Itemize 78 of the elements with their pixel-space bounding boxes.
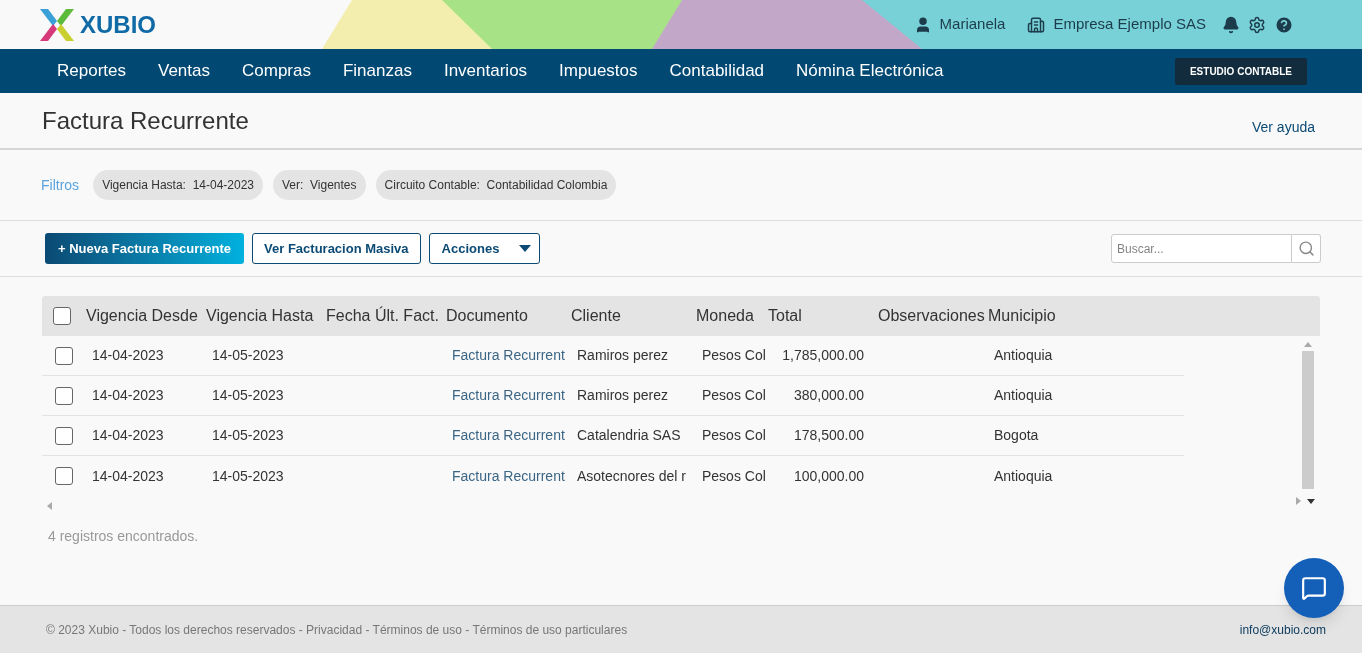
checkbox[interactable] xyxy=(55,467,73,485)
column-header[interactable]: Vigencia Hasta xyxy=(206,307,314,324)
studio-badge[interactable]: ESTUDIO CONTABLE xyxy=(1174,57,1307,85)
logo-icon xyxy=(40,8,74,41)
nav-item[interactable]: Reportes xyxy=(57,58,126,84)
checkbox[interactable] xyxy=(55,346,73,365)
table-cell: Antioquia xyxy=(994,467,1053,484)
scroll-down-icon[interactable] xyxy=(1307,498,1315,504)
column-header[interactable]: Vigencia Desde xyxy=(86,307,198,324)
table-cell: Bogota xyxy=(994,427,1039,443)
logo-text: XUBIO xyxy=(80,9,156,40)
table-cell: 14-05-2023 xyxy=(212,387,284,403)
caret-icon xyxy=(519,245,532,252)
table-cell: 14-04-2023 xyxy=(92,387,164,403)
building-icon xyxy=(1027,15,1046,34)
column-header[interactable]: Cliente xyxy=(571,307,621,324)
table-cell: 100,000.00 xyxy=(793,467,864,484)
help-link[interactable]: Ver ayuda xyxy=(1251,117,1315,138)
table-cell: 14-05-2023 xyxy=(212,467,284,484)
table-cell[interactable]: Factura Recurrent xyxy=(452,467,565,484)
actions-dropdown[interactable]: Acciones xyxy=(428,233,541,264)
table-cell: 14-04-2023 xyxy=(92,427,164,443)
nav-item[interactable]: Nómina Electrónica xyxy=(796,58,944,84)
new-invoice-button[interactable]: + Nueva Factura Recurrente xyxy=(45,233,245,264)
filter-chip[interactable]: Circuito Contable: Contabilidad Colombia xyxy=(375,170,617,200)
table-cell: Pesos Col xyxy=(702,467,766,484)
table-cell: 380,000.00 xyxy=(793,387,864,403)
bell-icon[interactable] xyxy=(1222,15,1240,34)
user-name[interactable]: Marianela xyxy=(939,13,1006,36)
settings-icon[interactable] xyxy=(1248,15,1266,34)
filter-chip[interactable]: Ver: Vigentes xyxy=(273,170,366,200)
record-count: 4 registros encontrados. xyxy=(48,528,199,544)
nav-item[interactable]: Ventas xyxy=(158,58,210,84)
checkbox[interactable] xyxy=(55,426,73,445)
table-cell: Antioquia xyxy=(994,387,1053,403)
search-icon xyxy=(1297,240,1315,257)
table-cell: Pesos Col xyxy=(702,387,766,403)
nav-item[interactable]: Compras xyxy=(242,58,311,84)
table-cell: Ramiros perez xyxy=(577,347,669,363)
filter-chip[interactable]: Vigencia Hasta: 14-04-2023 xyxy=(93,170,264,200)
table-cell: Pesos Col xyxy=(702,347,766,363)
table-cell[interactable]: Factura Recurrent xyxy=(452,347,565,363)
column-header[interactable]: Documento xyxy=(446,307,528,324)
table-cell[interactable]: Factura Recurrent xyxy=(452,427,565,443)
filters-label: Filtros xyxy=(41,175,80,195)
mass-billing-button[interactable]: Ver Facturacion Masiva xyxy=(252,233,421,264)
column-header[interactable]: Fecha Últ. Fact. xyxy=(326,307,439,324)
column-header[interactable]: Total xyxy=(768,307,802,324)
email-link[interactable]: info@xubio.com xyxy=(1239,620,1326,639)
table-cell: 14-05-2023 xyxy=(212,347,284,363)
search-field[interactable]: Buscar... xyxy=(1111,234,1292,263)
company-name[interactable]: Empresa Ejemplo SAS xyxy=(1053,13,1206,36)
search-button[interactable] xyxy=(1292,234,1321,263)
chat-button[interactable] xyxy=(1284,558,1344,618)
nav-item[interactable]: Contabilidad xyxy=(669,58,765,84)
table-cell: 1,785,000.00 xyxy=(782,347,864,363)
table-cell: 14-04-2023 xyxy=(92,467,164,484)
chat-icon xyxy=(1301,575,1327,601)
nav-item[interactable]: Impuestos xyxy=(559,58,638,84)
checkbox[interactable] xyxy=(53,307,71,325)
nav-item[interactable]: Inventarios xyxy=(443,58,528,84)
table-cell[interactable]: Factura Recurrent xyxy=(452,387,565,403)
table-cell: Asotecnores del r xyxy=(577,467,686,484)
column-header[interactable]: Moneda xyxy=(696,307,754,324)
nav-item[interactable]: Finanzas xyxy=(342,58,412,84)
table-cell: 178,500.00 xyxy=(793,427,864,443)
table-cell: Catalendria SAS xyxy=(577,427,681,443)
footer-text: © 2023 Xubio - Todos los derechos reservados - Privacidad - Términos de uso - Términos de uso particulares xyxy=(46,621,628,639)
column-header[interactable]: Observaciones xyxy=(878,307,985,324)
column-header[interactable]: Municipio xyxy=(988,307,1056,324)
table-cell: 14-05-2023 xyxy=(212,427,284,443)
table-cell: Ramiros perez xyxy=(577,387,669,403)
scrollbar[interactable] xyxy=(1302,351,1314,489)
table-cell: 14-04-2023 xyxy=(92,347,164,363)
table-cell: Pesos Col xyxy=(702,427,766,443)
table-cell: Antioquia xyxy=(994,347,1053,363)
page-title: Factura Recurrente xyxy=(42,105,249,136)
checkbox[interactable] xyxy=(55,386,73,405)
